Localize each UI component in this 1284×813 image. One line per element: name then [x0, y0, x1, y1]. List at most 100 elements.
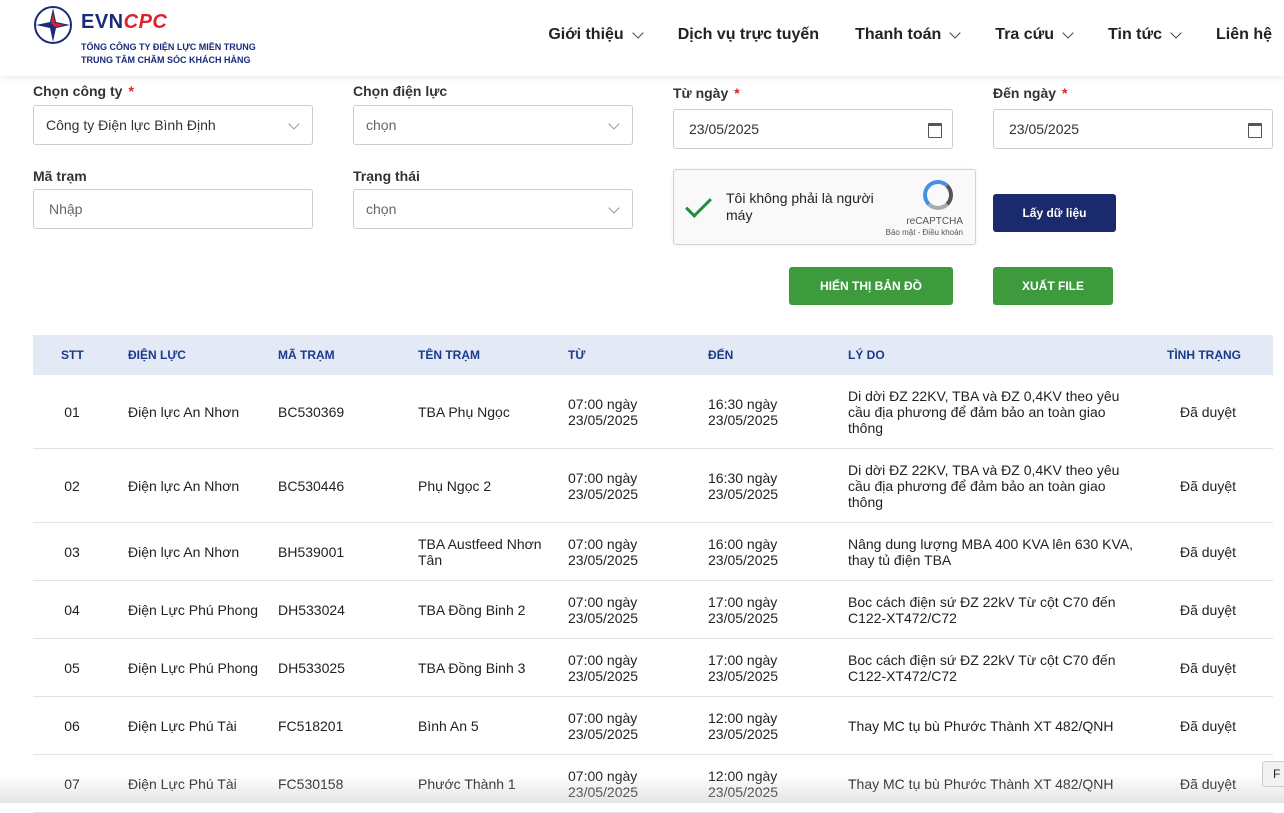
- nav-tin-tuc[interactable]: Tin tức: [1108, 26, 1182, 44]
- table-row: 03 Điện lực An Nhơn BH539001 TBA Austfeed N…: [33, 523, 1273, 581]
- cell-tu: 07:00 ngày 23/05/2025: [568, 396, 639, 428]
- to-date-input[interactable]: 23/05/2025: [993, 109, 1273, 149]
- header-ten-tram: TÊN TRẠM: [418, 348, 480, 362]
- cell-stt: 07: [64, 776, 80, 792]
- table-row: 06 Điện Lực Phú Tài FC518201 Bình An 5 07:00…: [33, 697, 1273, 755]
- cell-stt: 03: [64, 544, 80, 560]
- cell-ly-do: Di dời ĐZ 22KV, TBA và ĐZ 0,4KV theo yêu…: [848, 388, 1120, 436]
- station-code-label: Mã trạm: [33, 168, 87, 184]
- evncpc-logo[interactable]: EVNCPC TỔNG CÔNG TY ĐIỆN LỰC MIỀN TRUNG …: [33, 5, 293, 69]
- checkmark-icon[interactable]: [685, 191, 712, 218]
- cell-den: 16:30 ngày 23/05/2025: [708, 396, 779, 428]
- chevron-down-icon: [949, 26, 961, 39]
- status-label: Trạng thái: [353, 168, 420, 184]
- cell-tu: 07:00 ngày 23/05/2025: [568, 470, 639, 502]
- nav-tra-cuu[interactable]: Tra cứu: [995, 26, 1074, 44]
- cell-tu: 07:00 ngày 23/05/2025: [568, 594, 639, 626]
- table-row: 01 Điện lực An Nhơn BC530369 TBA Phụ Ngọc 07…: [33, 375, 1273, 449]
- to-date-label: Đến ngày *: [993, 85, 1068, 101]
- calendar-icon[interactable]: [928, 123, 942, 138]
- header-tinh-trang: TÌNH TRẠNG: [1167, 348, 1241, 362]
- cell-den: 12:00 ngày 23/05/2025: [708, 768, 779, 800]
- cell-dien-luc: Điện Lực Phú Phong: [128, 602, 259, 618]
- cell-ten-tram: TBA Đồng Binh 2: [418, 602, 526, 618]
- chevron-down-icon: [608, 118, 620, 130]
- station-code-input[interactable]: Nhập: [33, 189, 313, 229]
- export-file-button[interactable]: XUẤT FILE: [993, 267, 1113, 305]
- site-header: EVNCPC TỔNG CÔNG TY ĐIỆN LỰC MIỀN TRUNG …: [0, 0, 1284, 76]
- nav-gioi-thieu[interactable]: Giới thiệu: [548, 26, 644, 44]
- recaptcha-logo-icon: [923, 180, 953, 210]
- recaptcha-brand: reCAPTCHA: [906, 216, 963, 227]
- fetch-data-button[interactable]: Lấy dữ liệu: [993, 194, 1116, 232]
- chevron-down-icon: [1170, 26, 1182, 39]
- table-row: 04 Điện Lực Phú Phong DH533024 TBA Đồng Bin…: [33, 581, 1273, 639]
- cell-tinh-trang: Đã duyệt: [1179, 602, 1237, 618]
- nav-dich-vu-truc-tuyen[interactable]: Dịch vụ trực tuyến: [678, 26, 819, 44]
- cell-den: 16:00 ngày 23/05/2025: [708, 536, 779, 568]
- cell-stt: 02: [64, 478, 80, 494]
- cell-dien-luc: Điện Lực Phú Tài: [128, 718, 237, 734]
- cell-den: 12:00 ngày 23/05/2025: [708, 710, 779, 742]
- chevron-down-icon: [1062, 26, 1074, 39]
- floating-button[interactable]: F: [1262, 761, 1284, 787]
- cell-dien-luc: Điện lực An Nhơn: [128, 404, 240, 420]
- cell-ly-do: Di dời ĐZ 22KV, TBA và ĐZ 0,4KV theo yêu…: [848, 462, 1120, 510]
- cell-ten-tram: Bình An 5: [418, 718, 479, 734]
- company-select[interactable]: Công ty Điện lực Bình Định: [33, 105, 313, 145]
- cell-tinh-trang: Đã duyệt: [1179, 660, 1237, 676]
- logo-subtitle: TỔNG CÔNG TY ĐIỆN LỰC MIỀN TRUNG TRUNG T…: [81, 42, 256, 65]
- cell-ma-tram: BH539001: [278, 544, 345, 560]
- cell-stt: 06: [64, 718, 80, 734]
- from-date-input[interactable]: 23/05/2025: [673, 109, 953, 149]
- branch-select[interactable]: chọn: [353, 105, 633, 145]
- cell-ten-tram: Phước Thành 1: [418, 776, 516, 792]
- cell-ly-do: Nâng dung lượng MBA 400 KVA lên 630 KVA,…: [848, 536, 1133, 568]
- cell-ly-do: Thay MC tụ bù Phước Thành XT 482/QNH: [848, 718, 1114, 734]
- header-tu: TỪ: [568, 348, 586, 362]
- cell-stt: 05: [64, 660, 80, 676]
- cell-ten-tram: Phụ Ngọc 2: [418, 478, 492, 494]
- cell-stt: 04: [64, 602, 80, 618]
- cell-ten-tram: TBA Đồng Binh 3: [418, 660, 526, 676]
- cell-tinh-trang: Đã duyệt: [1179, 718, 1237, 734]
- cell-dien-luc: Điện lực An Nhơn: [128, 478, 240, 494]
- cell-tinh-trang: Đã duyệt: [1179, 478, 1237, 494]
- cell-ma-tram: DH533024: [278, 602, 345, 618]
- cell-dien-luc: Điện lực An Nhơn: [128, 544, 240, 560]
- cell-den: 16:30 ngày 23/05/2025: [708, 470, 779, 502]
- cell-ma-tram: FC530158: [278, 776, 344, 792]
- calendar-icon[interactable]: [1248, 123, 1262, 138]
- table-row: 07 Điện Lực Phú Tài FC530158 Phước Thành 1 0…: [33, 755, 1273, 813]
- show-map-button[interactable]: HIỂN THỊ BẢN ĐỒ: [789, 267, 953, 305]
- header-dien-luc: ĐIỆN LỰC: [128, 348, 186, 362]
- cell-ma-tram: DH533025: [278, 660, 345, 676]
- table-row: 02 Điện lực An Nhơn BC530446 Phụ Ngọc 2 07:0…: [33, 449, 1273, 523]
- chevron-down-icon: [288, 118, 300, 130]
- from-date-label: Từ ngày *: [673, 85, 740, 101]
- cell-ma-tram: BC530369: [278, 404, 345, 420]
- cell-tu: 07:00 ngày 23/05/2025: [568, 536, 639, 568]
- chevron-down-icon: [608, 202, 620, 214]
- cell-ten-tram: TBA Austfeed Nhơn Tân: [418, 536, 542, 568]
- status-select[interactable]: chọn: [353, 189, 633, 229]
- cell-den: 17:00 ngày 23/05/2025: [708, 594, 779, 626]
- header-stt: STT: [61, 348, 84, 362]
- header-ly-do: LÝ DO: [848, 348, 885, 362]
- cell-ly-do: Thay MC tụ bù Phước Thành XT 482/QNH: [848, 776, 1114, 792]
- cell-ma-tram: BC530446: [278, 478, 345, 494]
- cell-stt: 01: [64, 404, 80, 420]
- nav-thanh-toan[interactable]: Thanh toán: [855, 26, 961, 44]
- cell-tu: 07:00 ngày 23/05/2025: [568, 768, 639, 800]
- logo-wordmark: EVNCPC: [81, 11, 168, 33]
- cell-ly-do: Boc cách điện sứ ĐZ 22kV Từ cột C70 đến …: [848, 594, 1116, 626]
- cell-tinh-trang: Đã duyệt: [1179, 404, 1237, 420]
- cell-ten-tram: TBA Phụ Ngọc: [418, 404, 510, 420]
- table-header: STT ĐIỆN LỰC MÃ TRẠM TÊN TRẠM TỪ ĐẾN LÝ …: [33, 335, 1273, 375]
- recaptcha-links[interactable]: Bảo mật - Điều khoản: [886, 228, 963, 237]
- cell-ma-tram: FC518201: [278, 718, 344, 734]
- cell-den: 17:00 ngày 23/05/2025: [708, 652, 779, 684]
- branch-label: Chọn điện lực: [353, 83, 448, 99]
- nav-lien-he[interactable]: Liên hệ: [1216, 26, 1272, 44]
- cell-dien-luc: Điện Lực Phú Tài: [128, 776, 237, 792]
